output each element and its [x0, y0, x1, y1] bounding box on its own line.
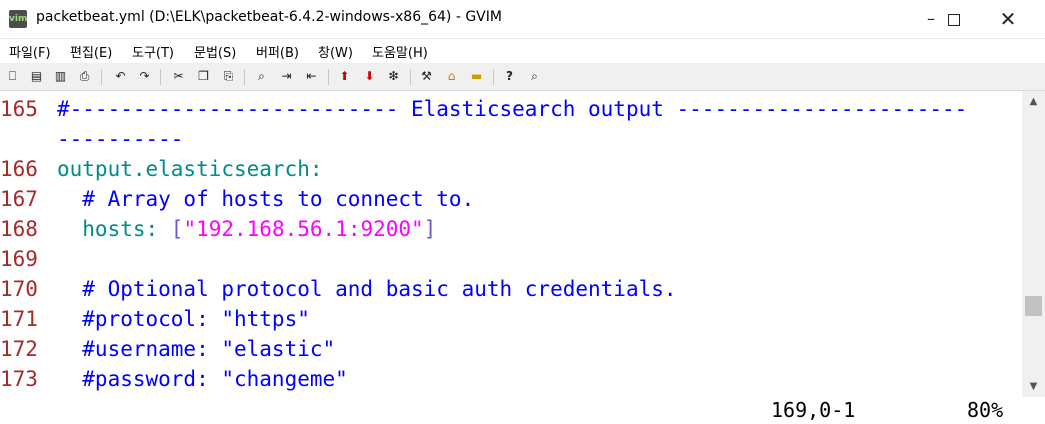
line-number: 167: [0, 187, 38, 211]
editor-line[interactable]: 172 #username: "elastic": [0, 334, 335, 364]
code-token: [: [170, 217, 184, 241]
toolbar: ⎕ ▤ ▥ ⎙ ↶ ↷ ✂ ❐ ⎘ ⌕ ⇥ ⇤ ⬆ ⬇ ❇ ⚒ ⌂ ▬ ? ⌕: [0, 63, 1045, 91]
code-token: # Optional protocol and basic auth crede…: [57, 277, 677, 301]
scroll-percent: 80%: [967, 398, 1004, 422]
toolbar-separator: [410, 69, 411, 85]
toolbar-separator: [493, 69, 494, 85]
menu-syntax[interactable]: 문법(S): [194, 42, 236, 61]
editor-line[interactable]: 171 #protocol: "https": [0, 304, 310, 334]
line-number: 171: [0, 307, 38, 331]
line-number: 169: [0, 247, 38, 271]
code-token: #-------------------------- Elasticsearc…: [57, 97, 968, 121]
gvim-app-icon[interactable]: vim: [9, 10, 27, 28]
menu-buffers[interactable]: 버퍼(B): [256, 42, 299, 61]
code-token: hosts:: [57, 217, 171, 241]
save-session-icon[interactable]: ⬇: [361, 68, 378, 85]
code-token: output.elasticsearch:: [57, 157, 323, 181]
menu-bar: 파일(F) 편집(E) 도구(T) 문법(S) 버퍼(B) 창(W) 도움말(H…: [0, 39, 1045, 63]
code-token: #username: "elastic": [57, 337, 336, 361]
find-replace-icon[interactable]: ⌕: [253, 68, 270, 85]
paste-icon[interactable]: ⎘: [220, 68, 237, 85]
editor-line[interactable]: 173 #password: "changeme": [0, 364, 348, 394]
code-token: "192.168.56.1:9200": [183, 217, 424, 241]
find-prev-icon[interactable]: ⇤: [303, 68, 320, 85]
code-token: ----------: [57, 127, 184, 151]
editor-line[interactable]: 168 hosts: ["192.168.56.1:9200"]: [0, 214, 436, 244]
scroll-up-arrow-icon[interactable]: ▲: [1022, 93, 1045, 110]
menu-help[interactable]: 도움말(H): [372, 42, 428, 61]
scroll-thumb[interactable]: [1025, 296, 1042, 316]
redo-icon[interactable]: ↷: [136, 68, 153, 85]
menu-edit[interactable]: 편집(E): [70, 42, 112, 61]
ruler-status-line: 169,0-1 80%: [0, 396, 1022, 424]
toolbar-separator: [244, 69, 245, 85]
line-number: 168: [0, 217, 38, 241]
make-icon[interactable]: ⚒: [418, 68, 435, 85]
open-icon[interactable]: ⎕: [4, 68, 21, 85]
editor-line[interactable]: 166 output.elasticsearch:: [0, 154, 323, 184]
editor-line[interactable]: 165 #-------------------------- Elasticse…: [0, 94, 967, 124]
build-tags-icon[interactable]: ⌂: [443, 68, 460, 85]
print-icon[interactable]: ⎙: [76, 68, 93, 85]
toolbar-separator: [101, 69, 102, 85]
editor-line[interactable]: 170 # Optional protocol and basic auth c…: [0, 274, 677, 304]
line-number: 166: [0, 157, 38, 181]
editor-line[interactable]: ----------: [0, 124, 183, 154]
save-icon[interactable]: ▤: [28, 68, 45, 85]
code-token: #protocol: "https": [57, 307, 310, 331]
line-number: 165: [0, 97, 38, 121]
load-session-icon[interactable]: ⬆: [336, 68, 353, 85]
vertical-scrollbar[interactable]: ▲ ▼: [1022, 91, 1045, 397]
line-number: 172: [0, 337, 38, 361]
undo-icon[interactable]: ↶: [112, 68, 129, 85]
editor-line[interactable]: 169: [0, 244, 57, 274]
menu-window[interactable]: 창(W): [318, 42, 353, 61]
maximize-icon[interactable]: [931, 0, 977, 38]
cut-icon[interactable]: ✂: [170, 68, 187, 85]
menu-tools[interactable]: 도구(T): [132, 42, 174, 61]
window-title: packetbeat.yml (D:\ELK\packetbeat-6.4.2-…: [36, 9, 502, 25]
toolbar-separator: [328, 69, 329, 85]
line-number: 170: [0, 277, 38, 301]
close-icon[interactable]: ✕: [985, 0, 1031, 38]
run-script-icon[interactable]: ❇: [385, 68, 402, 85]
code-token: ]: [423, 217, 437, 241]
find-help-icon[interactable]: ⌕: [526, 68, 543, 85]
editor-text-area[interactable]: 165 #-------------------------- Elasticse…: [0, 91, 1022, 397]
scroll-down-arrow-icon[interactable]: ▼: [1022, 378, 1045, 395]
find-next-icon[interactable]: ⇥: [278, 68, 295, 85]
save-all-icon[interactable]: ▥: [52, 68, 69, 85]
copy-icon[interactable]: ❐: [195, 68, 212, 85]
cursor-position: 169,0-1: [771, 398, 856, 422]
line-number: 173: [0, 367, 38, 391]
menu-file[interactable]: 파일(F): [9, 42, 51, 61]
editor-line[interactable]: 167 # Array of hosts to connect to.: [0, 184, 474, 214]
title-bar[interactable]: vim packetbeat.yml (D:\ELK\packetbeat-6.…: [0, 0, 1045, 39]
jump-tag-icon[interactable]: ▬: [468, 68, 485, 85]
help-icon[interactable]: ?: [501, 68, 518, 85]
toolbar-separator: [160, 69, 161, 85]
code-token: #password: "changeme": [57, 367, 348, 391]
code-token: # Array of hosts to connect to.: [57, 187, 475, 211]
